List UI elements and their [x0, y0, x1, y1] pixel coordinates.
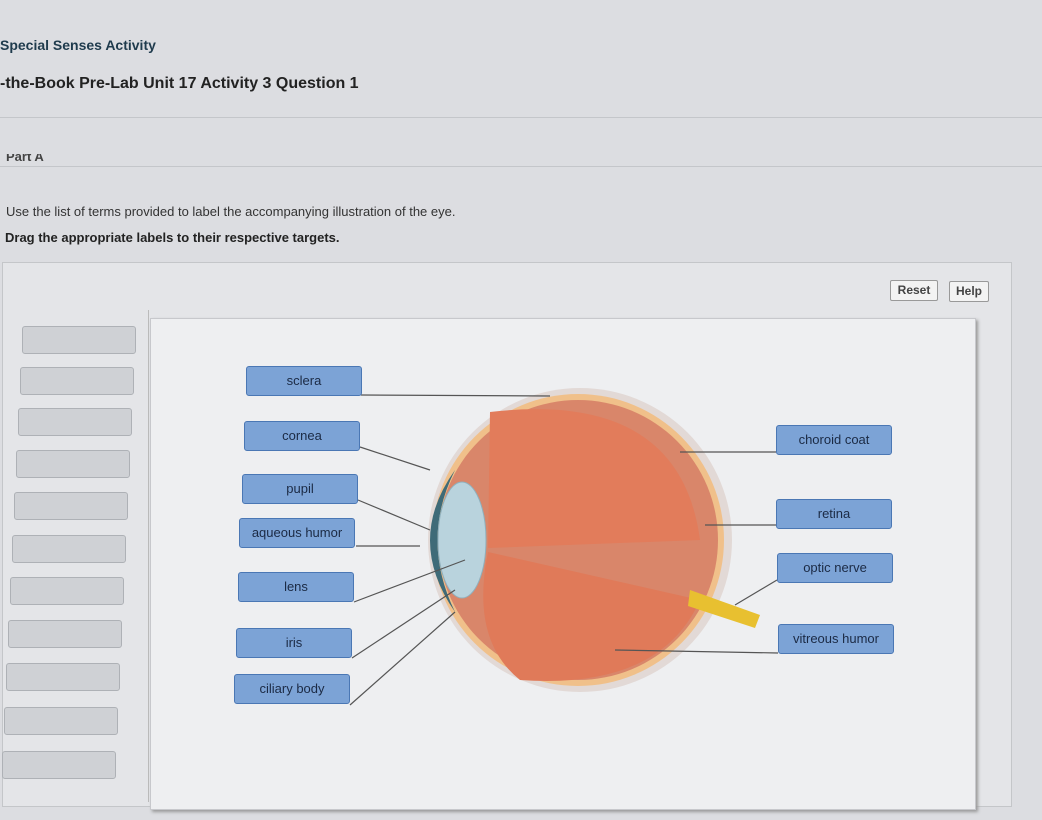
eye-illustration — [349, 388, 779, 706]
label-ciliary-body[interactable]: ciliary body — [234, 674, 350, 704]
label-optic-nerve[interactable]: optic nerve — [777, 553, 893, 583]
label-sclera[interactable]: sclera — [246, 366, 362, 396]
lens-shape — [437, 481, 487, 599]
label-cornea[interactable]: cornea — [244, 421, 360, 451]
label-pupil[interactable]: pupil — [242, 474, 358, 504]
label-iris[interactable]: iris — [236, 628, 352, 658]
label-choroid-coat[interactable]: choroid coat — [776, 425, 892, 455]
label-lens[interactable]: lens — [238, 572, 354, 602]
label-retina[interactable]: retina — [776, 499, 892, 529]
label-aqueous-humor[interactable]: aqueous humor — [239, 518, 355, 548]
label-vitreous-humor[interactable]: vitreous humor — [778, 624, 894, 654]
